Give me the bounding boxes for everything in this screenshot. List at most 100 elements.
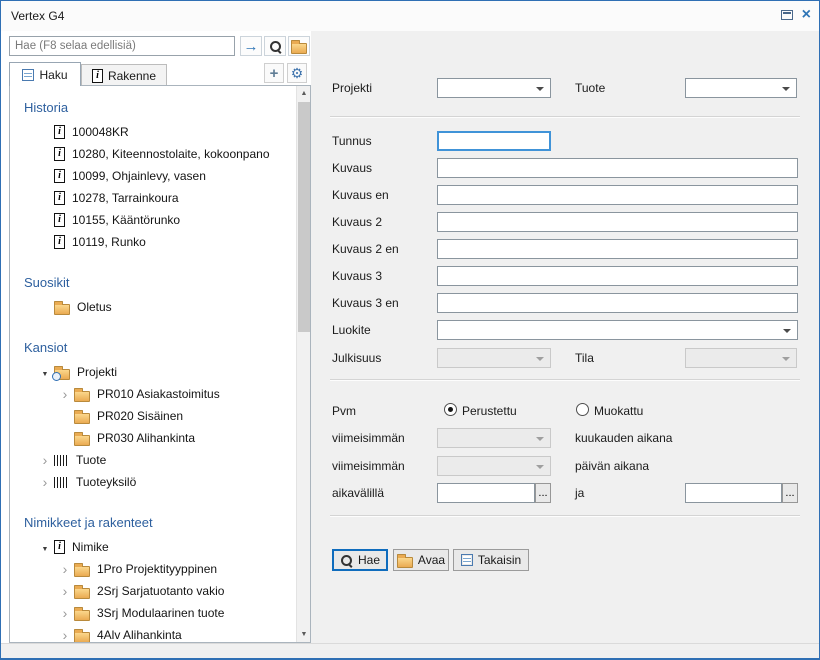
folder-icon — [397, 557, 413, 568]
chevron-collapsed-icon[interactable] — [56, 387, 74, 402]
tree-item[interactable]: 10278, Tarrainkoura — [10, 187, 295, 209]
kuvaus-label: Kuvaus — [332, 161, 372, 175]
kuvaus3-en-label: Kuvaus 3 en — [332, 296, 399, 310]
chevron-down-icon — [536, 87, 544, 91]
chevron-collapsed-icon[interactable] — [56, 606, 74, 621]
tab-rakenne-label: Rakenne — [108, 69, 156, 83]
tree-item[interactable]: 2Srj Sarjatuotanto vakio — [10, 580, 295, 602]
tree-item-label: Tuote — [76, 453, 106, 467]
dock-window-icon[interactable] — [781, 10, 793, 20]
separator — [330, 515, 800, 517]
tree-item-label: Tuoteyksilö — [76, 475, 136, 489]
tree-item[interactable]: 10155, Kääntörunko — [10, 209, 295, 231]
plus-icon: + — [270, 66, 279, 81]
chevron-collapsed-icon[interactable] — [56, 562, 74, 577]
kuvaus2-input[interactable] — [437, 212, 798, 232]
tuote-combo[interactable] — [685, 78, 797, 98]
tree-item[interactable]: Tuoteyksilö — [10, 471, 295, 493]
tree-item-label: 10119, Runko — [72, 235, 146, 249]
folder-icon — [291, 43, 307, 54]
folder-icon — [74, 566, 90, 577]
viimeisimman-paiva-combo[interactable] — [437, 456, 551, 476]
scroll-up-button[interactable]: ▲ — [297, 86, 311, 101]
projekti-combo[interactable] — [437, 78, 551, 98]
chevron-down-icon — [536, 465, 544, 469]
search-settings-button[interactable]: ⚙ — [287, 63, 307, 83]
scrollbar[interactable]: ▲ ▼ — [296, 86, 310, 642]
tree-item[interactable]: 10280, Kiteennostolaite, kokoonpano — [10, 143, 295, 165]
luokite-combo[interactable] — [437, 320, 798, 340]
info-icon — [92, 69, 103, 83]
titlebar[interactable]: Vertex G4 × — [1, 1, 819, 31]
date-picker-end-button[interactable]: ... — [782, 483, 798, 503]
tunnus-label: Tunnus — [332, 134, 372, 148]
tree-item[interactable]: 10119, Runko — [10, 231, 295, 253]
kuvaus3-en-input[interactable] — [437, 293, 798, 313]
tree-item[interactable]: PR010 Asiakastoimitus — [10, 383, 295, 405]
chevron-collapsed-icon[interactable] — [36, 475, 54, 490]
aikavalilla-start-input[interactable] — [437, 483, 535, 503]
chevron-collapsed-icon[interactable] — [36, 453, 54, 468]
close-icon[interactable]: × — [802, 9, 811, 21]
search-magnifier-button[interactable] — [264, 36, 286, 56]
add-search-tab-button[interactable]: + — [264, 63, 284, 83]
tree-item-label: PR030 Alihankinta — [97, 431, 195, 445]
magnifier-icon — [269, 40, 282, 53]
aikavalilla-end-input[interactable] — [685, 483, 782, 503]
tree-item[interactable]: 10099, Ohjainlevy, vasen — [10, 165, 295, 187]
kuvaus-en-input[interactable] — [437, 185, 798, 205]
info-icon — [54, 147, 65, 161]
ja-label: ja — [575, 486, 584, 500]
vertex-window: Vertex G4 × → Haku Rakenne + ⚙ Historia1… — [0, 0, 820, 660]
window-buttons: × — [781, 9, 811, 21]
date-picker-start-button[interactable]: ... — [535, 483, 551, 503]
status-bar — [1, 643, 819, 658]
tunnus-input[interactable] — [437, 131, 551, 151]
tree: Historia100048KR10280, Kiteennostolaite,… — [10, 86, 295, 642]
tree-item[interactable]: PR030 Alihankinta — [10, 427, 295, 449]
info-icon — [54, 125, 65, 139]
kuvaus-input[interactable] — [437, 158, 798, 178]
chevron-collapsed-icon[interactable] — [56, 628, 74, 643]
scroll-down-button[interactable]: ▼ — [297, 627, 311, 642]
tree-item[interactable]: 100048KR — [10, 121, 295, 143]
tree-item[interactable]: Nimike — [10, 536, 295, 558]
folder-icon — [74, 632, 90, 643]
tab-rakenne[interactable]: Rakenne — [81, 64, 167, 86]
kuvaus3-input[interactable] — [437, 266, 798, 286]
avaa-button[interactable]: Avaa — [393, 549, 449, 571]
recent-folder-button[interactable] — [288, 36, 310, 56]
tree-item-label: 3Srj Modulaarinen tuote — [97, 606, 224, 620]
arrow-right-icon: → — [244, 39, 259, 54]
scroll-thumb[interactable] — [298, 102, 310, 332]
search-input[interactable] — [9, 36, 235, 56]
window-title: Vertex G4 — [11, 9, 64, 23]
radio-perustettu[interactable] — [444, 403, 457, 416]
folder-icon — [74, 391, 90, 402]
kuvaus2-en-input[interactable] — [437, 239, 798, 259]
tree-item[interactable]: Oletus — [10, 296, 295, 318]
chevron-down-icon — [782, 87, 790, 91]
tree-item[interactable]: 1Pro Projektityyppinen — [10, 558, 295, 580]
chevron-down-icon — [782, 357, 790, 361]
tree-item-label: 100048KR — [72, 125, 129, 139]
kuukauden-aikana-label: kuukauden aikana — [575, 431, 672, 445]
search-go-button[interactable]: → — [240, 36, 262, 56]
tila-combo[interactable] — [685, 348, 797, 368]
tab-haku[interactable]: Haku — [9, 62, 81, 86]
chevron-expanded-icon[interactable] — [36, 540, 54, 554]
julkisuus-combo[interactable] — [437, 348, 551, 368]
radio-muokattu[interactable] — [576, 403, 589, 416]
hae-button[interactable]: Hae — [332, 549, 388, 571]
tree-item[interactable]: 4Alv Alihankinta — [10, 624, 295, 642]
chevron-collapsed-icon[interactable] — [56, 584, 74, 599]
list-icon — [22, 69, 34, 81]
tree-item[interactable]: 3Srj Modulaarinen tuote — [10, 602, 295, 624]
tree-item[interactable]: Tuote — [10, 449, 295, 471]
viimeisimman-kuukausi-combo[interactable] — [437, 428, 551, 448]
tree-item[interactable]: PR020 Sisäinen — [10, 405, 295, 427]
tree-item[interactable]: Projekti — [10, 361, 295, 383]
tree-item-label: PR010 Asiakastoimitus — [97, 387, 220, 401]
takaisin-button[interactable]: Takaisin — [453, 549, 529, 571]
tree-panel: Historia100048KR10280, Kiteennostolaite,… — [9, 85, 311, 643]
